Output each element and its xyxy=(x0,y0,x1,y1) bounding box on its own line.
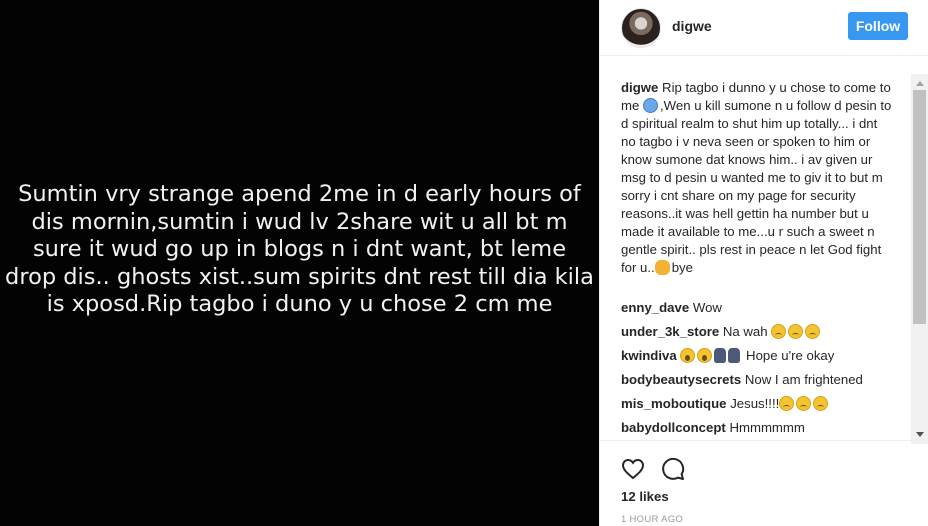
comments-scrollbar[interactable] xyxy=(911,74,928,444)
comment-button[interactable] xyxy=(661,457,685,481)
scream-emoji-icon xyxy=(680,348,696,363)
comment-text: Now I am frightened xyxy=(744,372,863,387)
post-header: digwe Follow xyxy=(600,0,928,56)
follow-button[interactable]: Follow xyxy=(848,12,908,40)
cold-face-emoji-icon xyxy=(642,98,658,113)
caption-text-part3: bye xyxy=(671,260,693,275)
comment-text: Hmmmmmm xyxy=(729,420,805,435)
speech-bubble-icon xyxy=(662,457,685,480)
scream-emoji-icon xyxy=(697,348,713,363)
post-timestamp[interactable]: 1 HOUR AGO xyxy=(621,514,683,525)
sad-face-emoji-icon xyxy=(788,324,804,339)
comment-text: Jesus!!!! xyxy=(730,396,780,411)
sad-face-emoji-icon xyxy=(796,396,812,411)
scroll-up-arrow-icon[interactable] xyxy=(916,81,924,86)
scroll-thumb[interactable] xyxy=(913,90,926,324)
post-image[interactable]: Sumtin vry strange apend 2me in d early … xyxy=(0,0,599,526)
comments-section: digwe Rip tagbo i dunno y u chose to com… xyxy=(600,57,928,439)
comment-item: enny_dave Wow xyxy=(621,299,911,317)
comment-item: bodybeautysecrets Now I am frightened xyxy=(621,371,911,389)
pray-emoji-icon xyxy=(728,348,741,363)
post-image-text: Sumtin vry strange apend 2me in d early … xyxy=(5,181,594,318)
scroll-down-arrow-icon[interactable] xyxy=(916,432,924,437)
like-button[interactable] xyxy=(621,457,645,481)
clap-emoji-icon xyxy=(654,260,670,275)
heart-icon xyxy=(621,458,645,480)
comment-username[interactable]: babydollconcept xyxy=(621,420,726,435)
sad-face-emoji-icon xyxy=(805,324,821,339)
header-username[interactable]: digwe xyxy=(672,18,712,34)
comment-text: Na wah xyxy=(722,324,768,339)
post-sidebar: digwe Follow digwe Rip tagbo i dunno y u… xyxy=(599,0,928,526)
caption-username[interactable]: digwe xyxy=(621,80,658,95)
comment-item: babydollconcept Hmmmmmm xyxy=(621,419,911,437)
comment-username[interactable]: under_3k_store xyxy=(621,324,719,339)
sad-face-emoji-icon xyxy=(779,396,795,411)
sad-face-emoji-icon xyxy=(813,396,829,411)
likes-count[interactable]: 12 likes xyxy=(621,489,669,504)
comment-username[interactable]: enny_dave xyxy=(621,300,689,315)
comment-item: mis_moboutique Jesus!!!! xyxy=(621,395,911,413)
avatar[interactable] xyxy=(621,8,661,48)
post-caption: digwe Rip tagbo i dunno y u chose to com… xyxy=(621,79,894,277)
post-actions: 12 likes 1 HOUR AGO xyxy=(600,440,928,526)
caption-text-part2: ,Wen u kill sumone n u follow d pesin to… xyxy=(621,98,892,275)
comment-item: kwindiva Hope u're okay xyxy=(621,347,911,365)
comment-username[interactable]: bodybeautysecrets xyxy=(621,372,741,387)
sad-face-emoji-icon xyxy=(771,324,787,339)
comment-text: Wow xyxy=(692,300,722,315)
comment-username[interactable]: kwindiva xyxy=(621,348,677,363)
comment-item: under_3k_store Na wah xyxy=(621,323,911,341)
comment-text: Hope u're okay xyxy=(746,348,835,363)
comment-username[interactable]: mis_moboutique xyxy=(621,396,727,411)
pray-emoji-icon xyxy=(714,348,727,363)
